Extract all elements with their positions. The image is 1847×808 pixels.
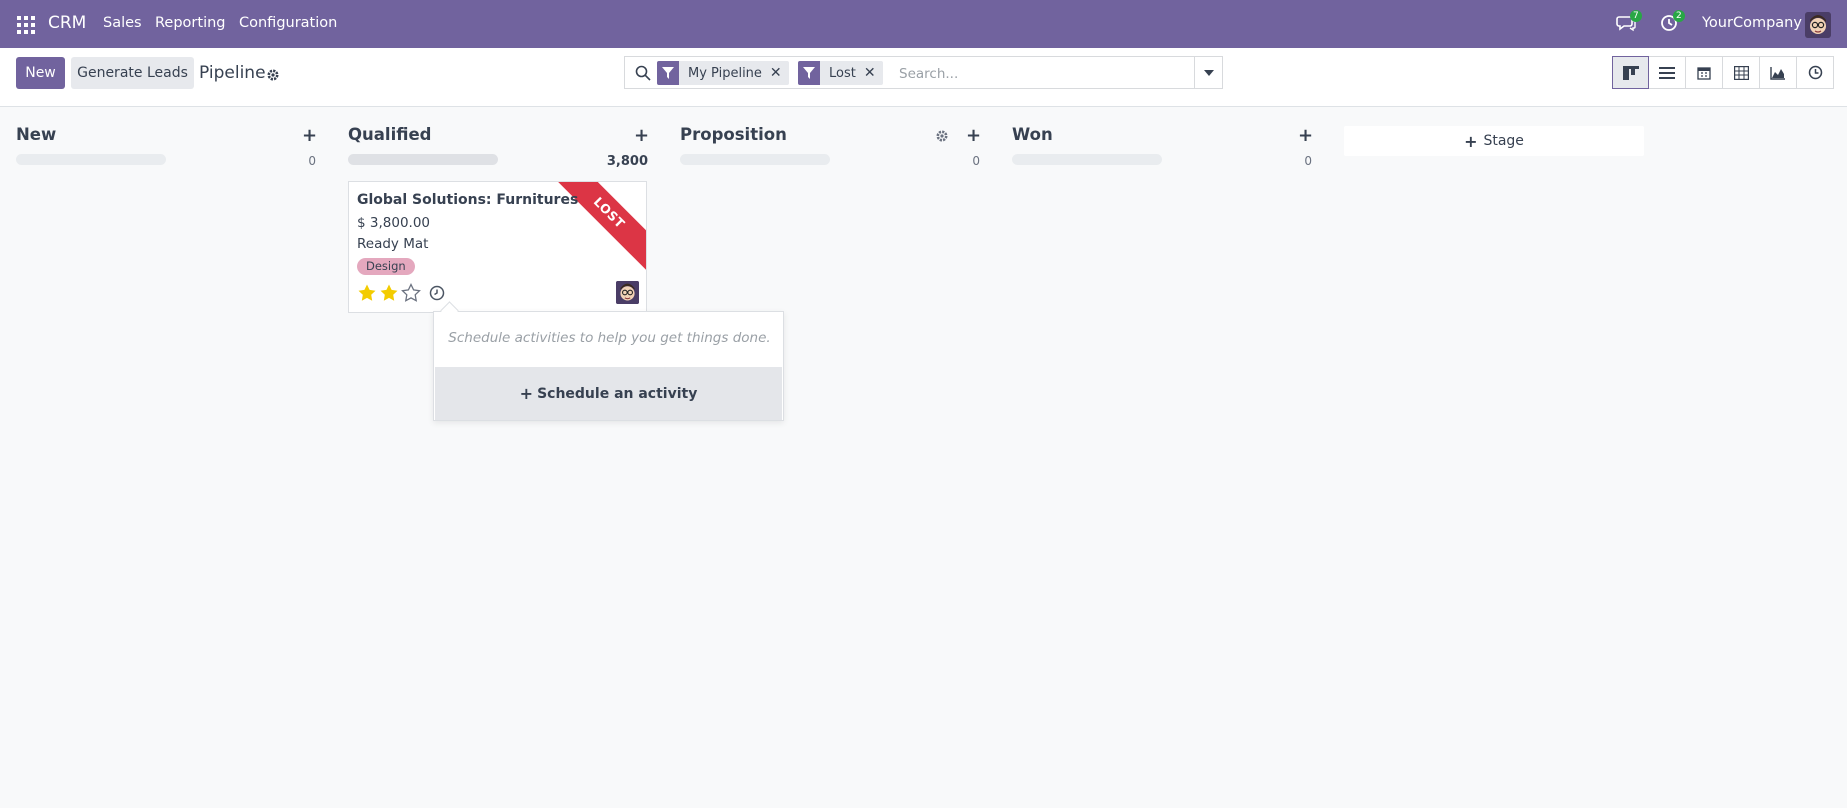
activity-popover: Schedule activities to help you get thin…	[433, 311, 784, 421]
card-amount: $ 3,800.00	[357, 215, 430, 231]
filter-icon	[657, 61, 679, 85]
priority-stars	[357, 283, 421, 303]
search-options-toggle[interactable]	[1194, 56, 1223, 89]
schedule-activity-button[interactable]: + Schedule an activity	[435, 367, 782, 420]
card-tag: Design	[357, 258, 415, 275]
generate-leads-button[interactable]: Generate Leads	[71, 57, 194, 89]
quick-create-icon[interactable]: +	[302, 125, 317, 146]
messages-icon[interactable]: 7	[1616, 10, 1642, 35]
column-title-proposition: Proposition	[680, 125, 787, 144]
column-progress-bar	[680, 154, 830, 165]
kanban-icon	[1622, 65, 1639, 80]
list-icon	[1659, 66, 1675, 79]
add-stage-button[interactable]: + Stage	[1344, 126, 1644, 156]
column-count: 0	[1304, 154, 1312, 168]
graph-view-button[interactable]	[1760, 56, 1797, 89]
facet-label: Lost	[829, 65, 856, 81]
calendar-icon	[1697, 66, 1711, 80]
star-filled-icon[interactable]	[379, 283, 399, 303]
card-title: Global Solutions: Furnitures	[357, 192, 579, 208]
activities-badge: 2	[1673, 10, 1685, 22]
facet-lost: Lost ✕	[798, 61, 883, 85]
control-panel: New Generate Leads Pipeline My Pipeline …	[0, 48, 1847, 107]
column-title-qualified: Qualified	[348, 125, 432, 144]
page-title: Pipeline	[199, 63, 266, 83]
column-count: 0	[308, 154, 316, 168]
menu-sales[interactable]: Sales	[103, 15, 142, 31]
column-title-new: New	[16, 125, 57, 144]
company-switcher[interactable]: YourCompany	[1702, 15, 1802, 31]
column-settings-gear-icon[interactable]	[935, 128, 949, 142]
search-bar: My Pipeline ✕ Lost ✕	[624, 56, 1223, 89]
opportunity-card[interactable]: LOST Global Solutions: Furnitures $ 3,80…	[348, 181, 647, 313]
filter-icon	[798, 61, 820, 85]
messages-badge: 7	[1630, 10, 1642, 22]
facet-remove-icon[interactable]: ✕	[864, 65, 883, 81]
column-progress-bar	[348, 154, 498, 165]
clock-icon	[1808, 65, 1822, 80]
schedule-activity-label: Schedule an activity	[537, 385, 698, 402]
salesperson-avatar[interactable]	[616, 281, 639, 304]
pivot-view-button[interactable]	[1723, 56, 1760, 89]
search-input[interactable]	[897, 61, 1201, 87]
plus-icon: +	[1464, 131, 1478, 151]
user-avatar[interactable]	[1805, 12, 1831, 38]
activities-clock-icon[interactable]: 2	[1659, 10, 1685, 35]
pivot-table-icon	[1733, 65, 1749, 80]
app-name[interactable]: CRM	[48, 13, 86, 33]
star-empty-icon[interactable]	[401, 283, 421, 303]
list-view-button[interactable]	[1649, 56, 1686, 89]
star-filled-icon[interactable]	[357, 283, 377, 303]
gear-icon[interactable]	[266, 67, 280, 81]
quick-create-icon[interactable]: +	[966, 125, 981, 146]
menu-reporting[interactable]: Reporting	[155, 15, 226, 31]
quick-create-icon[interactable]: +	[1298, 125, 1313, 146]
plus-icon: +	[519, 384, 534, 403]
caret-down-icon	[1203, 69, 1214, 76]
facet-remove-icon[interactable]: ✕	[770, 65, 789, 81]
column-progress-bar	[16, 154, 166, 165]
new-button[interactable]: New	[16, 57, 65, 89]
calendar-view-button[interactable]	[1686, 56, 1723, 89]
view-switcher	[1612, 56, 1834, 89]
column-count: 0	[972, 154, 980, 168]
popover-hint: Schedule activities to help you get thin…	[448, 330, 771, 346]
activity-view-button[interactable]	[1797, 56, 1834, 89]
activity-clock-icon[interactable]	[429, 285, 445, 301]
add-stage-label: Stage	[1483, 133, 1524, 149]
area-chart-icon	[1770, 66, 1785, 80]
facet-my-pipeline: My Pipeline ✕	[657, 61, 789, 85]
card-company: Ready Mat	[357, 236, 429, 252]
column-sum: 3,800	[606, 154, 648, 169]
search-icon[interactable]	[635, 65, 651, 81]
quick-create-icon[interactable]: +	[634, 125, 649, 146]
apps-menu-icon[interactable]	[17, 16, 35, 34]
menu-configuration[interactable]: Configuration	[239, 15, 337, 31]
facet-label: My Pipeline	[688, 65, 762, 81]
column-progress-bar	[1012, 154, 1162, 165]
top-navbar: CRM Sales Reporting Configuration 7 2 Yo…	[0, 0, 1847, 48]
kanban-view-button[interactable]	[1612, 56, 1649, 89]
column-title-won: Won	[1012, 125, 1053, 144]
